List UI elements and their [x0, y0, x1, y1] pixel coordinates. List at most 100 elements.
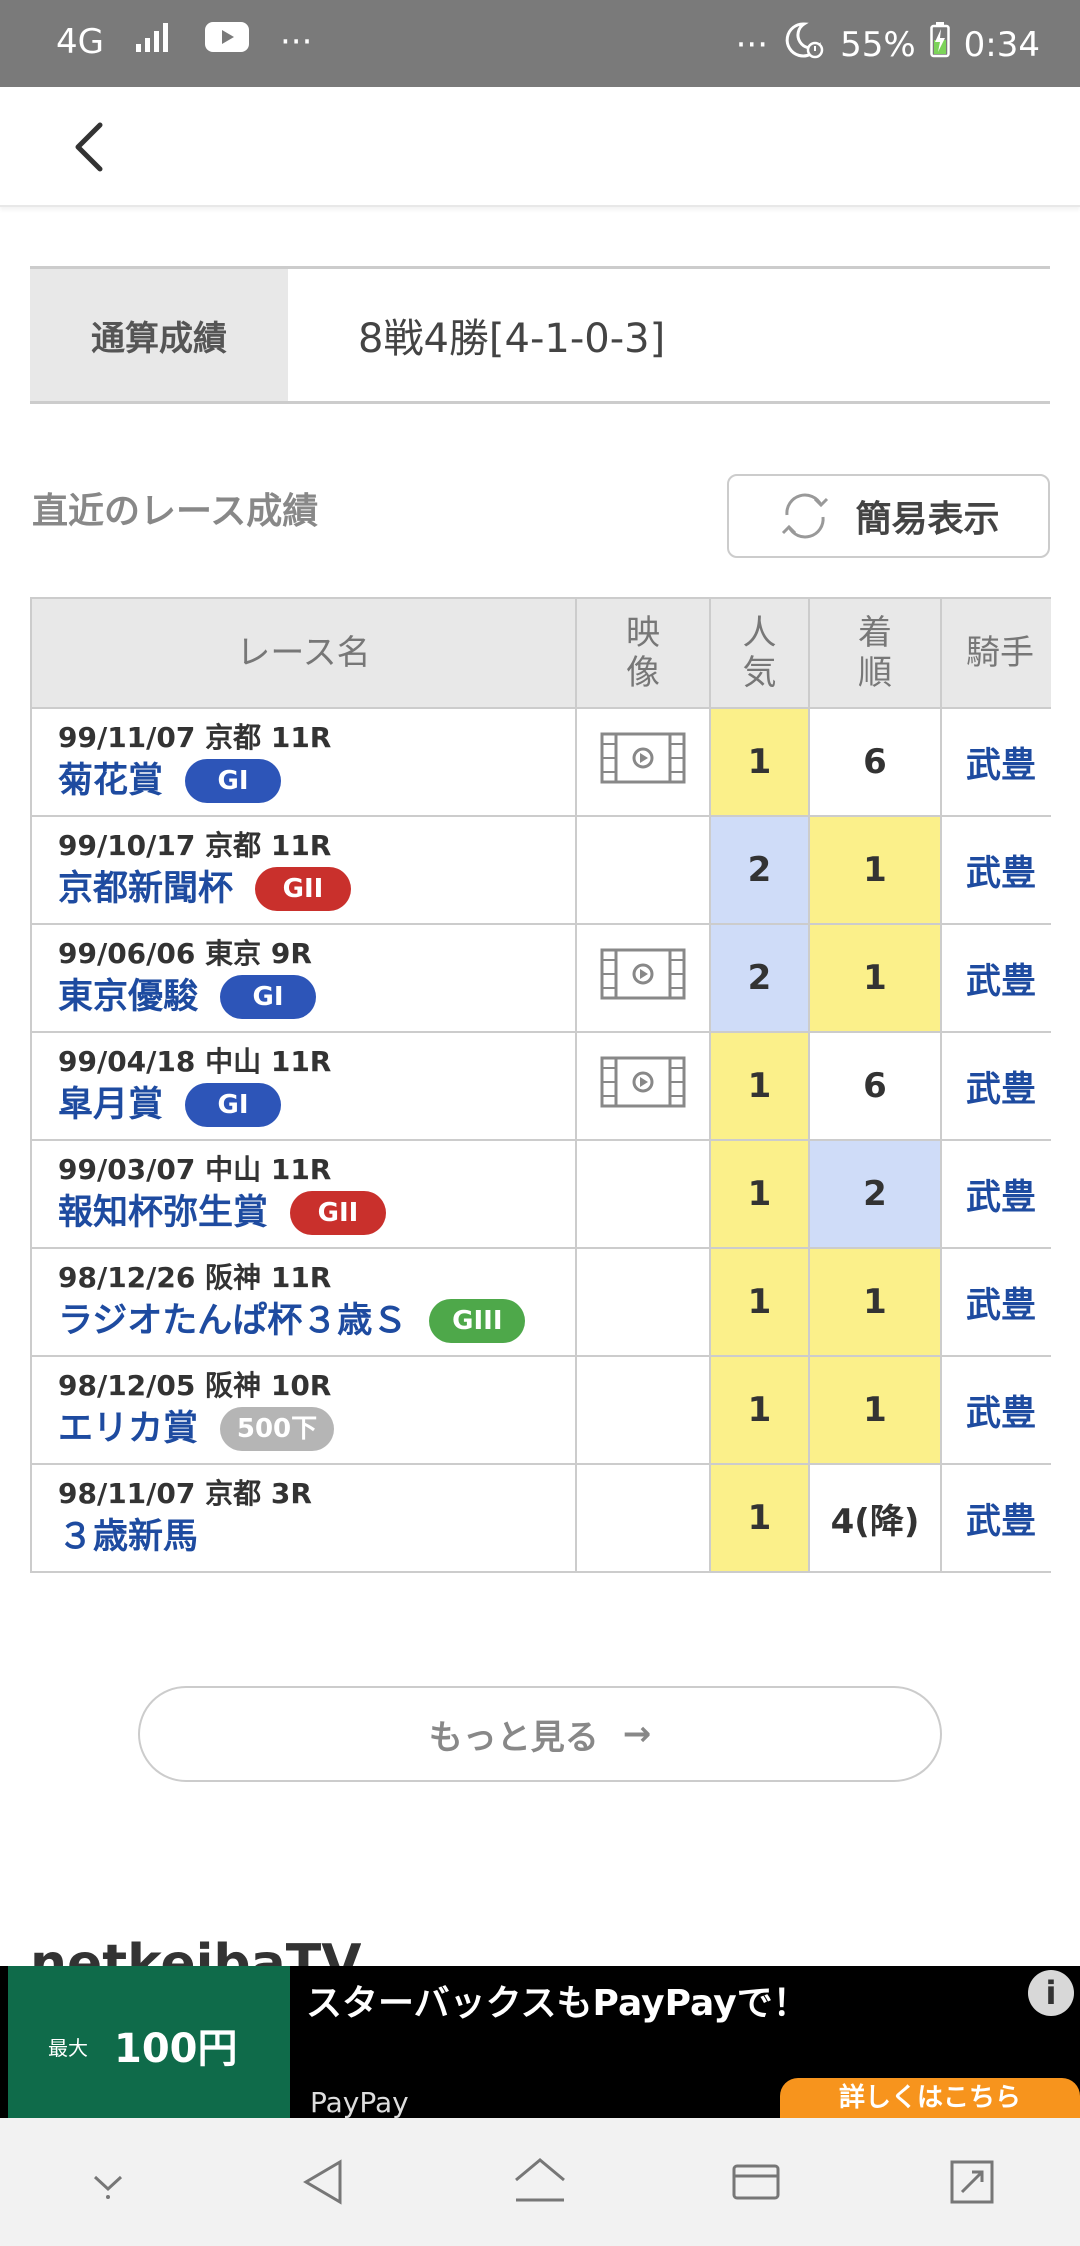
race-name-link[interactable]: ラジオたんぱ杯３歳Ｓ [58, 1299, 407, 1343]
finish-cell: 6 [808, 707, 942, 817]
simple-view-button[interactable]: 簡易表示 [727, 474, 1050, 558]
header-popularity-line1: 人 [742, 613, 777, 653]
more-notifications-icon: ··· [279, 21, 313, 62]
race-meta: 98/12/26 阪神 11R [58, 1261, 332, 1294]
jockey-link[interactable]: 武豊 [940, 1247, 1051, 1357]
grade-badge: GIII [429, 1299, 526, 1343]
do-not-disturb-icon [782, 20, 826, 69]
popularity-cell: 2 [709, 815, 810, 925]
summary-label: 通算成績 [30, 269, 288, 401]
ad-thumbnail[interactable]: 最大 100円 [8, 1966, 290, 2118]
race-meta: 99/11/07 京都 11R [58, 721, 332, 754]
finish-cell: 2 [808, 1139, 942, 1249]
career-summary: 通算成績 8戦4勝[4-1-0-3] [30, 266, 1050, 404]
race-cell: 98/11/07 京都 3R ３歳新馬 [30, 1463, 577, 1573]
grade-badge: GI [185, 1083, 282, 1127]
race-meta: 99/03/07 中山 11R [58, 1153, 332, 1186]
status-bar: 4G ··· ··· 55% 0:34 [0, 0, 1080, 87]
finish-cell: 1 [808, 1355, 942, 1465]
race-name-link[interactable]: 皐月賞 [58, 1083, 163, 1127]
ad-cta-button[interactable]: 詳しくはこちら [780, 2078, 1080, 2118]
recent-apps-icon[interactable] [721, 2147, 791, 2217]
popularity-cell: 1 [709, 1355, 810, 1465]
home-icon[interactable] [505, 2147, 575, 2217]
table-row: 99/11/07 京都 11R 菊花賞 GI 1 6 武豊 [30, 707, 1051, 817]
race-cell: 98/12/05 阪神 10R エリカ賞 500下 [30, 1355, 577, 1465]
ad-thumb-small-text: 最大 [48, 2036, 88, 2060]
expand-icon[interactable] [937, 2147, 1007, 2217]
popularity-cell: 1 [709, 1139, 810, 1249]
chevron-down-icon[interactable] [73, 2147, 143, 2217]
video-cell [575, 1139, 711, 1249]
header-video-line2: 像 [626, 653, 660, 693]
simple-view-label: 簡易表示 [855, 499, 1000, 540]
video-icon[interactable] [600, 948, 686, 1000]
popularity-cell: 1 [709, 1247, 810, 1357]
table-row: 99/10/17 京都 11R 京都新聞杯 GII 2 1 武豊 [30, 815, 1051, 925]
race-meta: 98/12/05 阪神 10R [58, 1369, 332, 1402]
battery-percent: 55% [840, 24, 916, 65]
race-cell: 99/11/07 京都 11R 菊花賞 GI [30, 707, 577, 817]
race-cell: 98/12/26 阪神 11R ラジオたんぱ杯３歳Ｓ GIII [30, 1247, 577, 1357]
clock: 0:34 [963, 24, 1040, 65]
jockey-link[interactable]: 武豊 [940, 707, 1051, 817]
race-name-link[interactable]: 菊花賞 [58, 759, 163, 803]
table-row: 99/06/06 東京 9R 東京優駿 GI 2 1 武豊 [30, 923, 1051, 1033]
table-row: 98/12/05 阪神 10R エリカ賞 500下 1 1 武豊 [30, 1355, 1051, 1465]
race-meta: 99/06/06 東京 9R [58, 937, 312, 970]
grade-badge: GI [220, 975, 317, 1019]
video-cell [575, 1031, 711, 1141]
header-jockey: 騎手 [940, 597, 1051, 709]
video-cell [575, 1247, 711, 1357]
refresh-icon [782, 493, 829, 539]
table-row: 99/04/18 中山 11R 皐月賞 GI 1 6 武豊 [30, 1031, 1051, 1141]
ad-headline[interactable]: スターバックスもPayPayで！ [306, 1974, 809, 2026]
ad-banner[interactable]: 最大 100円 スターバックスもPayPayで！ i PayPay 詳しくはこち… [0, 1966, 1080, 2119]
summary-value: 8戦4勝[4-1-0-3] [358, 316, 666, 362]
video-icon[interactable] [600, 732, 686, 784]
popularity-cell: 2 [709, 923, 810, 1033]
table-header-row: レース名 映像 人気 着順 騎手 [30, 597, 1051, 709]
race-cell: 99/10/17 京都 11R 京都新聞杯 GII [30, 815, 577, 925]
back-triangle-icon[interactable] [289, 2147, 359, 2217]
browser-bottom-bar [0, 2118, 1080, 2246]
jockey-link[interactable]: 武豊 [940, 923, 1051, 1033]
race-name-link[interactable]: 京都新聞杯 [58, 867, 233, 911]
header-race-name: レース名 [30, 597, 577, 709]
video-cell [575, 815, 711, 925]
show-more-button[interactable]: もっと見る → [138, 1686, 942, 1782]
race-meta: 98/11/07 京都 3R [58, 1477, 312, 1510]
race-name-link[interactable]: 東京優駿 [58, 975, 198, 1019]
race-name-link[interactable]: エリカ賞 [58, 1407, 198, 1451]
grade-badge: GII [255, 867, 352, 911]
video-cell [575, 1355, 711, 1465]
jockey-link[interactable]: 武豊 [940, 1139, 1051, 1249]
race-name-link[interactable]: ３歳新馬 [58, 1515, 198, 1559]
table-row: 98/11/07 京都 3R ３歳新馬 1 4(降) 武豊 [30, 1463, 1051, 1573]
race-cell: 99/03/07 中山 11R 報知杯弥生賞 GII [30, 1139, 577, 1249]
video-cell [575, 1463, 711, 1573]
header-video-line1: 映 [626, 613, 660, 653]
jockey-link[interactable]: 武豊 [940, 815, 1051, 925]
race-meta: 99/10/17 京都 11R [58, 829, 332, 862]
ad-info-icon[interactable]: i [1028, 1970, 1074, 2016]
video-icon[interactable] [600, 1056, 686, 1108]
grade-badge: GI [185, 759, 282, 803]
header-finish-line1: 着 [858, 613, 892, 653]
jockey-link[interactable]: 武豊 [940, 1463, 1051, 1573]
video-cell [575, 923, 711, 1033]
jockey-link[interactable]: 武豊 [940, 1355, 1051, 1465]
youtube-icon [204, 20, 250, 63]
finish-cell: 4(降) [808, 1463, 942, 1573]
jockey-link[interactable]: 武豊 [940, 1031, 1051, 1141]
finish-cell: 6 [808, 1031, 942, 1141]
popularity-cell: 1 [709, 1031, 810, 1141]
race-name-link[interactable]: 報知杯弥生賞 [58, 1191, 268, 1235]
finish-cell: 1 [808, 923, 942, 1033]
table-row: 99/03/07 中山 11R 報知杯弥生賞 GII 1 2 武豊 [30, 1139, 1051, 1249]
header-video: 映像 [575, 597, 711, 709]
back-button[interactable] [62, 115, 122, 179]
table-row: 98/12/26 阪神 11R ラジオたんぱ杯３歳Ｓ GIII 1 1 武豊 [30, 1247, 1051, 1357]
battery-charging-icon [929, 22, 950, 67]
network-indicator: 4G [56, 21, 104, 62]
